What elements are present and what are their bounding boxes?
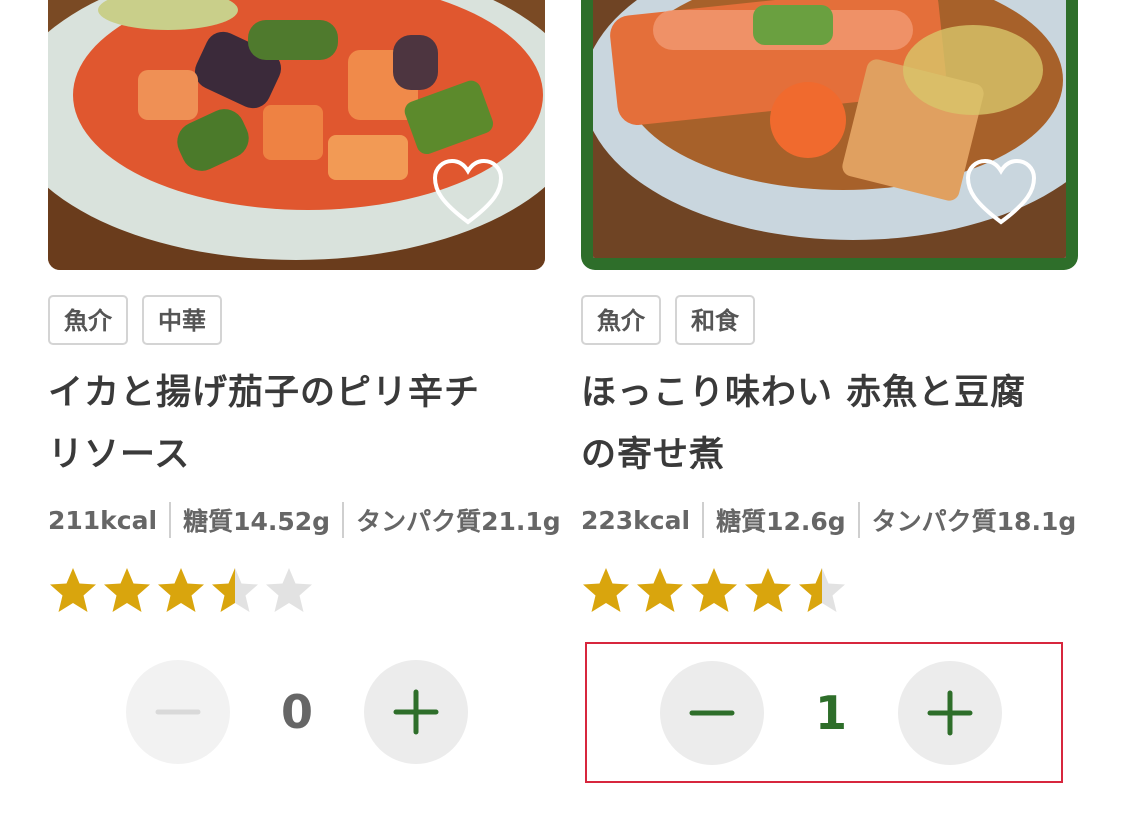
divider: [169, 502, 172, 538]
tag-list: 魚介 中華: [48, 295, 222, 345]
decrement-button[interactable]: [660, 661, 764, 765]
star-full-icon: [158, 568, 204, 612]
recipe-card[interactable]: 魚介 和食 ほっこり味わい 赤魚と豆腐 の寄せ煮 223kcal 糖質12.6g…: [581, 0, 1078, 816]
recipe-title-line: イカと揚げ茄子のピリ辛チ: [48, 373, 481, 413]
divider: [857, 502, 860, 538]
tag: 和食: [675, 295, 755, 345]
tag: 魚介: [48, 295, 128, 345]
recipe-title-line: リソース: [48, 435, 191, 475]
plus-icon: [393, 689, 439, 735]
tag-list: 魚介 和食: [581, 295, 755, 345]
minus-icon: [155, 709, 201, 715]
increment-button[interactable]: [364, 660, 468, 764]
star-full-icon: [691, 568, 737, 612]
protein: タンパク質21.1g: [356, 507, 561, 536]
carbs: 糖質14.52g: [183, 507, 331, 536]
star-full-icon: [583, 568, 629, 612]
recipe-photo[interactable]: [48, 0, 545, 270]
star-half-icon: [799, 568, 845, 612]
nutrition-info: 223kcal 糖質12.6g タンパク質18.1g: [581, 502, 1076, 538]
divider: [342, 502, 345, 538]
favorite-heart-icon[interactable]: [964, 158, 1038, 228]
protein: タンパク質18.1g: [871, 507, 1077, 536]
quantity-value: 1: [814, 686, 847, 740]
recipe-title-line: の寄せ煮: [581, 435, 726, 475]
recipe-title[interactable]: イカと揚げ茄子のピリ辛チ リソース: [48, 362, 528, 486]
recipe-title-line: ほっこり味わい 赤魚と豆腐: [581, 373, 1027, 413]
favorite-heart-icon[interactable]: [431, 158, 505, 228]
quantity-value: 0: [280, 685, 313, 739]
recipe-card[interactable]: 魚介 中華 イカと揚げ茄子のピリ辛チ リソース 211kcal 糖質14.52g…: [48, 0, 561, 816]
star-full-icon: [745, 568, 791, 612]
tag: 中華: [142, 295, 222, 345]
tag: 魚介: [581, 295, 661, 345]
star-rating: [581, 566, 847, 616]
calories: 211kcal: [48, 505, 158, 535]
star-full-icon: [50, 568, 96, 612]
star-full-icon: [104, 568, 150, 612]
star-empty-icon: [266, 568, 312, 612]
calories: 223kcal: [581, 505, 691, 535]
decrement-button[interactable]: [126, 660, 230, 764]
star-full-icon: [637, 568, 683, 612]
divider: [702, 502, 705, 538]
increment-button[interactable]: [898, 661, 1002, 765]
nutrition-info: 211kcal 糖質14.52g タンパク質21.1g: [48, 502, 561, 538]
quantity-stepper: 1: [585, 642, 1063, 783]
star-rating: [48, 566, 314, 616]
quantity-stepper: 0: [126, 660, 468, 764]
stepper-controls: 1: [660, 661, 1002, 765]
recipe-title[interactable]: ほっこり味わい 赤魚と豆腐 の寄せ煮: [581, 362, 1061, 486]
plus-icon: [927, 690, 973, 736]
minus-icon: [689, 710, 735, 716]
star-half-icon: [212, 568, 258, 612]
carbs: 糖質12.6g: [716, 507, 846, 536]
recipe-photo[interactable]: [581, 0, 1078, 270]
